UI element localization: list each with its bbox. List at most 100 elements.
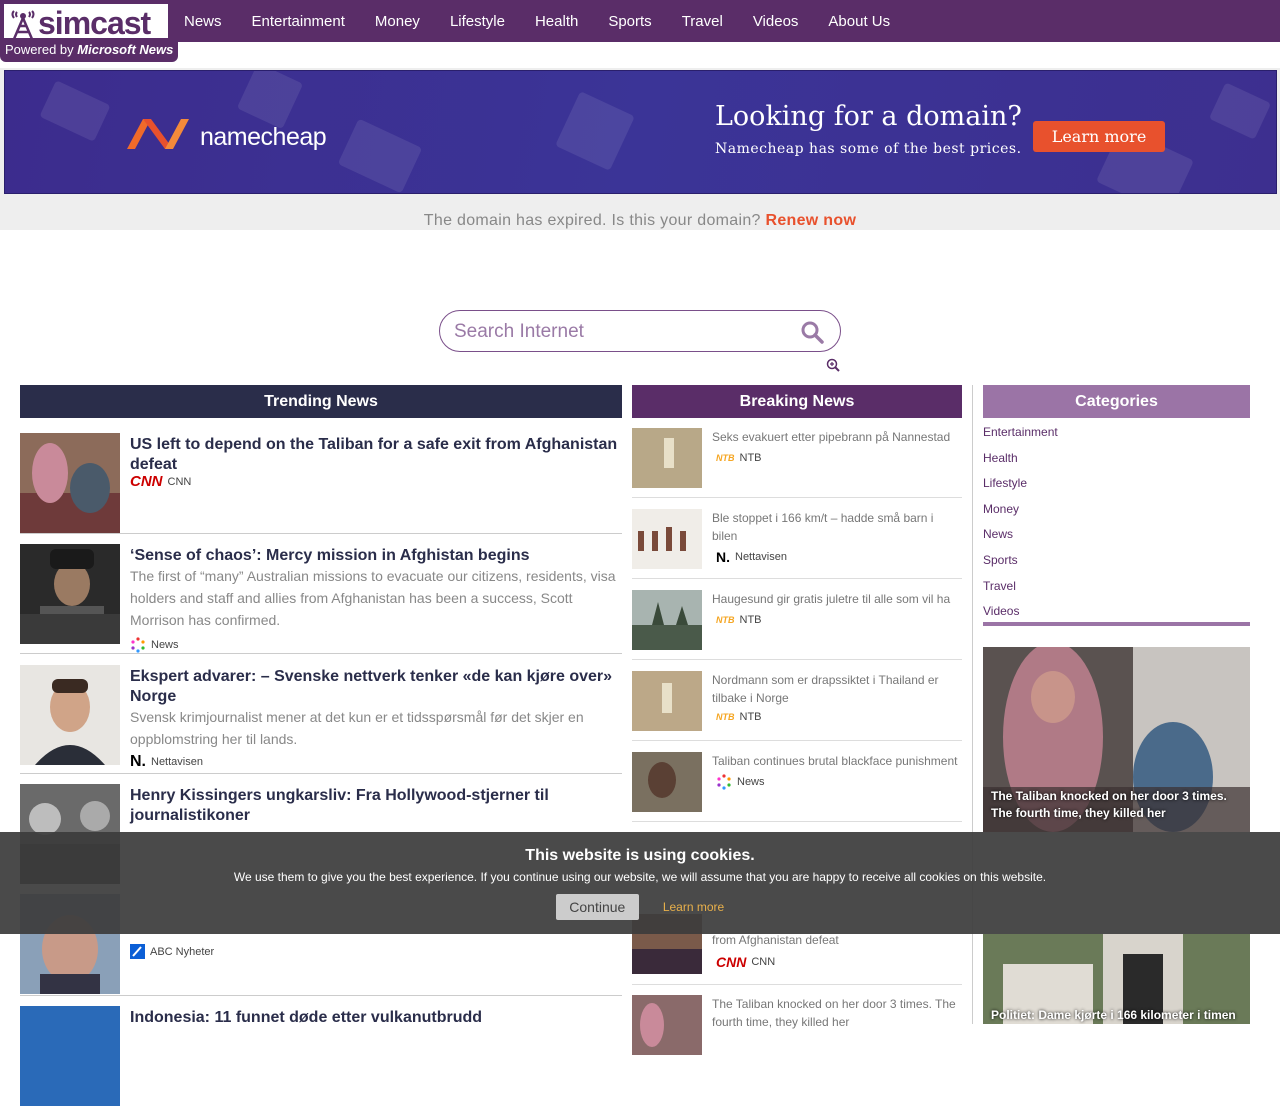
breaking-item[interactable]: Ble stoppet i 166 km/t – hadde små barn … — [632, 509, 962, 579]
nav-about-us[interactable]: About Us — [828, 13, 890, 30]
antenna-icon — [11, 10, 35, 40]
article-source: News — [716, 774, 765, 790]
news-logo-icon — [131, 637, 145, 653]
feature-caption: The Taliban knocked on her door 3 times.… — [991, 789, 1227, 820]
cookie-continue-button[interactable]: Continue — [555, 894, 639, 920]
breaking-item[interactable]: Haugesund gir gratis juletre til alle so… — [632, 590, 962, 660]
article-title[interactable]: ‘Sense of chaos’: Mercy mission in Afghi… — [130, 546, 622, 566]
article-source: N. Nettavisen — [130, 753, 203, 770]
article-source: CNN CNN — [716, 954, 776, 970]
ntb-logo-icon: NTB — [716, 615, 735, 625]
trending-item[interactable]: Indonesia: 11 funnet døde etter vulkanut… — [20, 1006, 622, 1106]
article-title[interactable]: Indonesia: 11 funnet døde etter vulkanut… — [130, 1008, 622, 1028]
category-health[interactable]: Health — [983, 451, 1250, 477]
trending-item[interactable]: ‘Sense of chaos’: Mercy mission in Afghi… — [20, 544, 622, 654]
article-title[interactable]: Ble stoppet i 166 km/t – hadde små barn … — [712, 509, 962, 545]
article-source: NTB NTB — [716, 452, 762, 464]
nav-entertainment[interactable]: Entertainment — [252, 13, 345, 30]
main-nav: News Entertainment Money Lifestyle Healt… — [184, 0, 920, 42]
category-sports[interactable]: Sports — [983, 553, 1250, 579]
namecheap-logo-icon — [127, 119, 189, 149]
article-thumbnail — [632, 509, 702, 569]
search-box — [439, 310, 841, 352]
category-money[interactable]: Money — [983, 502, 1250, 528]
nav-news[interactable]: News — [184, 13, 222, 30]
cookie-message: We use them to give you the best experie… — [233, 870, 1047, 884]
categories-underline — [983, 622, 1250, 626]
feature-story[interactable]: Politiet: Dame kjørte i 166 kilometer i … — [983, 934, 1250, 1024]
cookie-learn-more-link[interactable]: Learn more — [663, 900, 724, 914]
cnn-logo-icon: CNN — [130, 473, 163, 490]
nav-money[interactable]: Money — [375, 13, 420, 30]
nav-travel[interactable]: Travel — [682, 13, 723, 30]
ad-subtext: Namecheap has some of the best prices. — [715, 141, 1022, 157]
article-source: NTB NTB — [716, 711, 762, 723]
article-thumbnail — [20, 544, 120, 644]
article-thumbnail — [632, 995, 702, 1055]
breaking-item[interactable]: The Taliban knocked on her door 3 times.… — [632, 995, 962, 1055]
ad-container: namecheap Looking for a domain? Namechea… — [0, 68, 1280, 230]
article-description: The first of “many” Australian missions … — [130, 568, 616, 628]
domain-expired-notice: The domain has expired. Is this your dom… — [423, 212, 857, 229]
article-source: News — [130, 637, 179, 653]
ntb-logo-icon: NTB — [716, 712, 735, 722]
category-lifestyle[interactable]: Lifestyle — [983, 476, 1250, 502]
search-input[interactable] — [454, 319, 784, 345]
breaking-news-header: Breaking News — [632, 385, 962, 418]
namecheap-ad[interactable]: namecheap Looking for a domain? Namechea… — [4, 70, 1277, 194]
article-source: NTB NTB — [716, 614, 762, 626]
powered-by: Powered by Microsoft News — [5, 42, 174, 57]
article-title[interactable]: US left to depend on the Taliban for a s… — [130, 435, 622, 475]
article-thumbnail — [20, 1006, 120, 1106]
category-travel[interactable]: Travel — [983, 579, 1250, 605]
trending-item[interactable]: Ekspert advarer: – Svenske nettverk tenk… — [20, 665, 622, 774]
categories-header: Categories — [983, 385, 1250, 418]
nav-health[interactable]: Health — [535, 13, 578, 30]
category-news[interactable]: News — [983, 527, 1250, 553]
article-title[interactable]: Taliban continues brutal blackface punis… — [712, 752, 962, 770]
article-thumbnail — [20, 665, 120, 765]
article-title[interactable]: Nordmann som er drapssiktet i Thailand e… — [712, 671, 962, 707]
trending-news-header: Trending News — [20, 385, 622, 418]
namecheap-wordmark: namecheap — [200, 123, 327, 151]
ntb-logo-icon: NTB — [716, 453, 735, 463]
article-source: ABC Nyheter — [130, 944, 214, 959]
renew-now-link[interactable]: Renew now — [765, 212, 856, 229]
logo-wordmark: simcast — [38, 5, 151, 41]
article-thumbnail — [632, 671, 702, 731]
article-source: CNN CNN — [130, 473, 192, 490]
nav-sports[interactable]: Sports — [608, 13, 651, 30]
article-title[interactable]: Ekspert advarer: – Svenske nettverk tenk… — [130, 667, 622, 707]
article-thumbnail — [632, 428, 702, 488]
article-source: N. Nettavisen — [716, 549, 787, 565]
article-thumbnail — [632, 590, 702, 650]
search-icon[interactable] — [800, 320, 824, 344]
feature-caption: Politiet: Dame kjørte i 166 kilometer i … — [991, 1008, 1236, 1022]
breaking-item[interactable]: Taliban continues brutal blackface punis… — [632, 752, 962, 822]
nettavisen-logo-icon: N. — [716, 549, 730, 565]
abc-nyheter-logo-icon — [130, 944, 145, 959]
site-logo[interactable]: simcast Powered by Microsoft News — [0, 0, 178, 62]
categories-list: Entertainment Health Lifestyle Money New… — [983, 425, 1250, 630]
cookie-banner: This website is using cookies. We use th… — [0, 832, 1280, 934]
nettavisen-logo-icon: N. — [130, 753, 146, 770]
article-title[interactable]: Seks evakuert etter pipebrann på Nannest… — [712, 428, 962, 446]
nav-lifestyle[interactable]: Lifestyle — [450, 13, 505, 30]
breaking-item[interactable]: Seks evakuert etter pipebrann på Nannest… — [632, 428, 962, 498]
article-description: Svensk krimjournalist mener at det kun e… — [130, 709, 584, 747]
article-title[interactable]: Haugesund gir gratis juletre til alle so… — [712, 590, 962, 608]
zoom-icon[interactable] — [826, 358, 840, 372]
cookie-title: This website is using cookies. — [525, 847, 755, 864]
breaking-item[interactable]: Nordmann som er drapssiktet i Thailand e… — [632, 671, 962, 741]
category-entertainment[interactable]: Entertainment — [983, 425, 1250, 451]
nav-videos[interactable]: Videos — [753, 13, 799, 30]
article-thumbnail — [20, 433, 120, 533]
news-logo-icon — [717, 774, 731, 790]
cnn-logo-icon: CNN — [716, 954, 747, 970]
feature-story[interactable]: The Taliban knocked on her door 3 times.… — [983, 647, 1250, 832]
trending-item[interactable]: US left to depend on the Taliban for a s… — [20, 433, 622, 534]
article-title[interactable]: Henry Kissingers ungkarsliv: Fra Hollywo… — [130, 786, 622, 826]
article-title[interactable]: The Taliban knocked on her door 3 times.… — [712, 995, 962, 1031]
ad-learn-more-button[interactable]: Learn more — [1033, 121, 1165, 152]
article-thumbnail — [632, 752, 702, 812]
